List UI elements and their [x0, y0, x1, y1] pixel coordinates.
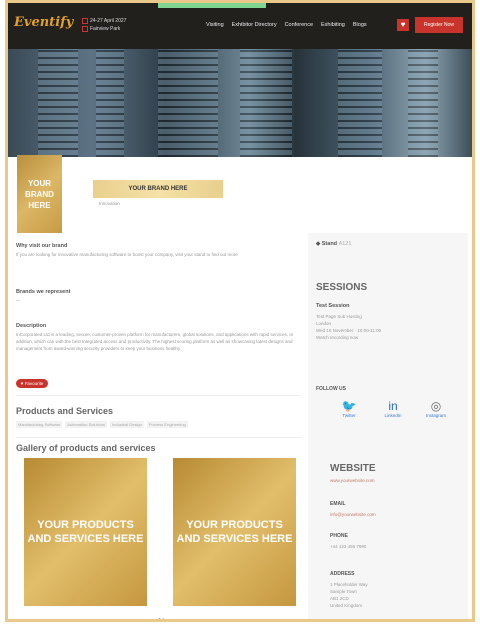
stand-value: A121 [338, 241, 352, 247]
nav-exhibiting[interactable]: Exhibiting [321, 22, 345, 28]
brand-logo-placeholder: YOUR BRAND HERE [17, 155, 62, 233]
products-title: Products and Services [16, 406, 114, 416]
product-tags: Manufacturing Software Automation Soluti… [16, 421, 188, 428]
accent-strip [158, 3, 266, 8]
session-name[interactable]: Test Session [316, 303, 350, 309]
favourite-button[interactable]: ♥ Favourite [16, 379, 48, 388]
event-venue: Fairview Park [90, 26, 121, 32]
twitter-link[interactable]: 🐦 Twitter [334, 399, 364, 418]
stand-info: ◆ Stand A121 [316, 241, 352, 247]
visit-reason-text: If you are looking for innovative manufa… [16, 252, 238, 257]
product-tag[interactable]: Industrial Design [110, 421, 144, 428]
session-location: London [316, 321, 332, 326]
address-line: Sample Town [330, 589, 357, 594]
session-time: Wed 15 November · 10:00-11:00 [316, 328, 382, 333]
instagram-label: Instagram [425, 413, 446, 418]
session-link[interactable]: Watch recording now [316, 334, 358, 341]
nav-visiting[interactable]: Visiting [206, 22, 224, 28]
gallery-title: Gallery of products and services [16, 443, 156, 453]
nav-blogs[interactable]: Blogs [353, 22, 367, 28]
product-tag[interactable]: Process Engineering [146, 421, 188, 428]
brands-value: — [16, 298, 21, 303]
description-label: Description [16, 323, 47, 329]
gallery-pager[interactable]: ● • [158, 617, 164, 619]
site-logo[interactable]: Eventify [14, 15, 73, 30]
phone-label: PHONE [330, 533, 348, 539]
product-tag[interactable]: Automation Solutions [65, 421, 108, 428]
address-line: United Kingdom [330, 603, 363, 608]
location-icon [82, 25, 88, 32]
twitter-label: Twitter [342, 413, 356, 418]
sessions-title: SESSIONS [316, 282, 368, 293]
brand-name-banner: YOUR BRAND HERE [93, 180, 223, 198]
linkedin-link[interactable]: in LinkedIn [378, 399, 408, 418]
twitter-icon: 🐦 [341, 399, 357, 413]
calendar-icon [82, 17, 88, 24]
brands-label: Brands we represent [16, 289, 71, 295]
website-value[interactable]: www.yourwebsite.com [330, 477, 375, 484]
register-button[interactable]: Register Now [415, 17, 463, 33]
linkedin-icon: in [388, 399, 398, 413]
address-label: ADDRESS [330, 571, 355, 577]
product-tag[interactable]: Manufacturing Software [16, 421, 63, 428]
visit-reason-label: Why visit our brand [16, 243, 68, 249]
divider [16, 395, 301, 396]
event-date: 24-27 April 2027 [90, 18, 127, 24]
instagram-icon: ◎ [430, 399, 442, 413]
favourites-heart-icon[interactable]: ♥ [397, 19, 409, 31]
main-nav: Visiting Exhibitor Directory Conference … [206, 22, 367, 28]
email-label: EMAIL [330, 501, 346, 507]
address-line: AB1 2CD [330, 596, 349, 601]
favourite-label: Favourite [24, 381, 44, 386]
session-host: Test Page Sub Hosting [316, 314, 362, 319]
description-text: InCorporated Ltd is a leading, secure, c… [16, 332, 294, 351]
follow-us-label: FOLLOW US [316, 386, 346, 392]
email-value[interactable]: info@yourwebsite.com [330, 511, 376, 518]
page-frame: Eventify 24-27 April 2027 Fairview Park … [5, 0, 475, 622]
divider [16, 437, 301, 438]
linkedin-label: LinkedIn [384, 413, 402, 418]
phone-value: +44 123 456 7890 [330, 544, 367, 549]
product-placeholder-2[interactable]: YOUR PRODUCTS AND SERVICES HERE [173, 458, 296, 606]
nav-exhibitor-directory[interactable]: Exhibitor Directory [232, 22, 277, 28]
top-nav-bar: Eventify 24-27 April 2027 Fairview Park … [8, 3, 472, 49]
hero-banner-image [8, 49, 472, 157]
stand-label: Stand [321, 241, 338, 247]
nav-conference[interactable]: Conference [285, 22, 313, 28]
instagram-link[interactable]: ◎ Instagram [421, 399, 451, 418]
address-line: 1 Placeholder Way [330, 582, 368, 587]
event-info: 24-27 April 2027 Fairview Park [82, 17, 126, 33]
website-label: WEBSITE [330, 463, 376, 474]
brand-subtext: Innovation [99, 201, 120, 206]
product-placeholder-1[interactable]: YOUR PRODUCTS AND SERVICES HERE [24, 458, 147, 606]
